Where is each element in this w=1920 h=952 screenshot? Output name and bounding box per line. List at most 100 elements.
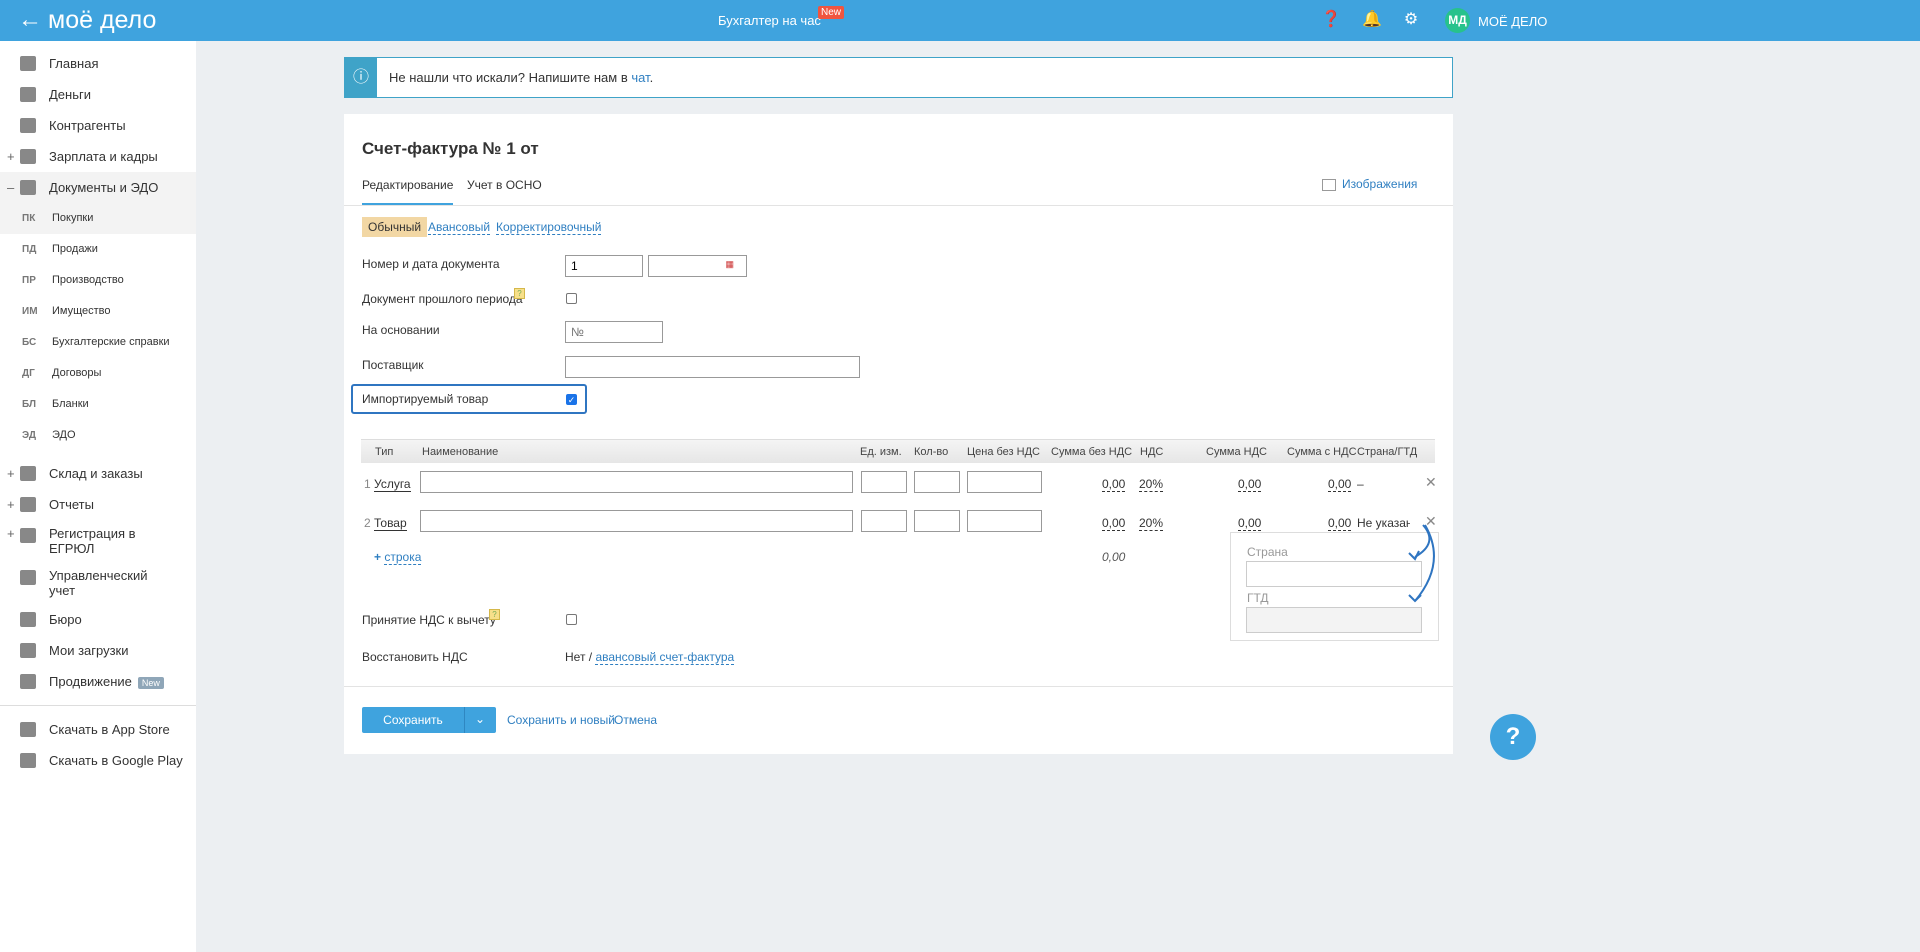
sidebar-item[interactable]: – Документы и ЭДО <box>0 172 196 203</box>
chevron-down-icon[interactable]: ⌄ <box>475 712 485 726</box>
info-text: Не нашли что искали? Напишите нам в <box>389 70 632 85</box>
sidebar-item[interactable]: Главная <box>0 48 196 79</box>
name-input[interactable] <box>420 510 853 532</box>
chat-link[interactable]: чат <box>631 70 649 85</box>
type-advance[interactable]: Авансовый <box>428 220 491 235</box>
gear-icon[interactable]: ⚙ <box>1402 11 1420 29</box>
unit-input[interactable] <box>861 471 907 493</box>
sidebar-subitem[interactable]: БС Бухгалтерские справки <box>0 327 196 358</box>
expand-icon[interactable]: + <box>7 141 15 172</box>
sidebar-item[interactable]: + Склад и заказы <box>0 458 196 489</box>
row-vat[interactable]: 20% <box>1139 477 1164 492</box>
country-input[interactable] <box>1246 561 1422 587</box>
expand-icon[interactable]: + <box>7 489 15 520</box>
sidebar-subitem[interactable]: ПД Продажи <box>0 234 196 265</box>
google-play-link[interactable]: Скачать в Google Play <box>0 745 196 776</box>
bell-icon[interactable]: 🔔 <box>1362 11 1382 29</box>
user-name[interactable]: МОЁ ДЕЛО <box>1478 14 1547 29</box>
back-arrow-icon[interactable]: ← <box>18 6 42 34</box>
logo[interactable]: моё дело <box>48 6 156 35</box>
label: Бюро <box>49 612 82 627</box>
sidebar-item[interactable]: Бюро <box>0 604 196 635</box>
table-total: 0,00 <box>1102 550 1126 564</box>
sidebar-subitem[interactable]: ПР Производство <box>0 265 196 296</box>
help-icon[interactable]: ? <box>514 288 525 299</box>
cancel-link[interactable]: Отмена <box>614 713 657 727</box>
supplier-input[interactable] <box>565 356 860 378</box>
label: Зарплата и кадры <box>49 149 158 164</box>
price-input[interactable] <box>967 471 1042 493</box>
label: Регистрация в ЕГРЮЛ <box>49 526 136 556</box>
sidebar-item[interactable]: Деньги <box>0 79 196 110</box>
col-name: Наименование <box>422 446 499 458</box>
label: Скачать в App Store <box>49 722 170 737</box>
doc-date-input[interactable]: ▦ <box>648 255 747 277</box>
qty-input[interactable] <box>914 510 960 532</box>
gtd-input[interactable] <box>1246 607 1422 633</box>
label-restore-vat: Восстановить НДС <box>362 650 468 664</box>
row-sum[interactable]: 0,00 <box>1102 516 1126 531</box>
sidebar-subitem[interactable]: БЛ Бланки <box>0 389 196 420</box>
sidebar-item[interactable]: + Отчеты <box>0 489 196 520</box>
save-button[interactable]: Сохранить ⌄ <box>362 707 496 733</box>
prev-period-checkbox[interactable] <box>566 293 577 304</box>
type-regular[interactable]: Обычный <box>362 217 428 237</box>
row-country[interactable]: – <box>1357 477 1410 491</box>
row-number: 1 <box>364 477 371 491</box>
label: Договоры <box>52 367 102 379</box>
doc-number-input[interactable] <box>565 255 643 277</box>
tab-editing[interactable]: Редактирование <box>362 178 454 206</box>
sidebar-subitem[interactable]: ЭД ЭДО <box>0 420 196 451</box>
help-icon[interactable]: ? <box>489 609 500 620</box>
help-button[interactable]: ? <box>1490 714 1536 760</box>
sidebar-item[interactable]: Мои загрузки <box>0 635 196 666</box>
row-total[interactable]: 0,00 <box>1328 516 1352 531</box>
save-and-new-link[interactable]: Сохранить и новый <box>507 713 615 727</box>
avatar[interactable]: МД <box>1445 8 1470 33</box>
sidebar-item[interactable]: + Зарплата и кадры <box>0 141 196 172</box>
question-icon[interactable]: ❓ <box>1321 11 1341 29</box>
images-button[interactable]: Изображения <box>1322 177 1417 191</box>
name-input[interactable] <box>420 471 853 493</box>
col-unit: Ед. изм. <box>860 446 902 458</box>
row-vat[interactable]: 20% <box>1139 516 1164 531</box>
new-badge: New <box>137 677 164 689</box>
sidebar-subitem[interactable]: ПК Покупки <box>0 203 196 234</box>
row-sum[interactable]: 0,00 <box>1102 477 1126 492</box>
qty-input[interactable] <box>914 471 960 493</box>
app-store-link[interactable]: Скачать в App Store <box>0 714 196 745</box>
basis-input[interactable] <box>565 321 663 343</box>
advance-invoice-link[interactable]: авансовый счет-фактура <box>595 650 735 665</box>
tab-osno[interactable]: Учет в ОСНО <box>467 178 542 192</box>
delete-row-icon[interactable]: ✕ <box>1425 474 1437 491</box>
row-total[interactable]: 0,00 <box>1328 477 1352 492</box>
col-country: Страна/ГТД <box>1357 446 1418 458</box>
expand-icon[interactable]: + <box>7 526 15 541</box>
accountant-link[interactable]: Бухгалтер на час <box>718 13 821 28</box>
sidebar-subitem[interactable]: ИМ Имущество <box>0 296 196 327</box>
calendar-icon[interactable]: ▦ <box>725 259 734 270</box>
abbr: БЛ <box>22 399 36 410</box>
menu-icon <box>20 56 36 71</box>
sidebar-item[interactable]: Продвижение New <box>0 666 196 697</box>
row-type[interactable]: Услуга <box>374 477 411 492</box>
imported-checkbox[interactable]: ✓ <box>566 394 577 405</box>
expand-icon[interactable]: – <box>7 172 14 203</box>
expand-icon[interactable]: + <box>7 458 15 489</box>
sidebar-item[interactable]: Управленческий учет <box>0 562 196 604</box>
unit-input[interactable] <box>861 510 907 532</box>
sidebar-subitem[interactable]: ДГ Договоры <box>0 358 196 389</box>
label-vat-deduct: Принятие НДС к вычету <box>362 613 496 627</box>
label: ЭДО <box>52 429 76 441</box>
row-vat-sum[interactable]: 0,00 <box>1238 477 1262 492</box>
price-input[interactable] <box>967 510 1042 532</box>
row-type[interactable]: Товар <box>374 516 407 531</box>
info-icon: ⓘ <box>345 58 377 97</box>
add-row-link[interactable]: + строка <box>374 550 422 565</box>
sidebar-item[interactable]: + Регистрация в ЕГРЮЛ <box>0 520 196 562</box>
vat-deduct-checkbox[interactable] <box>566 614 577 625</box>
row-vat-sum[interactable]: 0,00 <box>1238 516 1262 531</box>
sidebar-item[interactable]: Контрагенты <box>0 110 196 141</box>
type-corrective[interactable]: Корректировочный <box>496 220 602 235</box>
menu-icon <box>20 528 36 543</box>
